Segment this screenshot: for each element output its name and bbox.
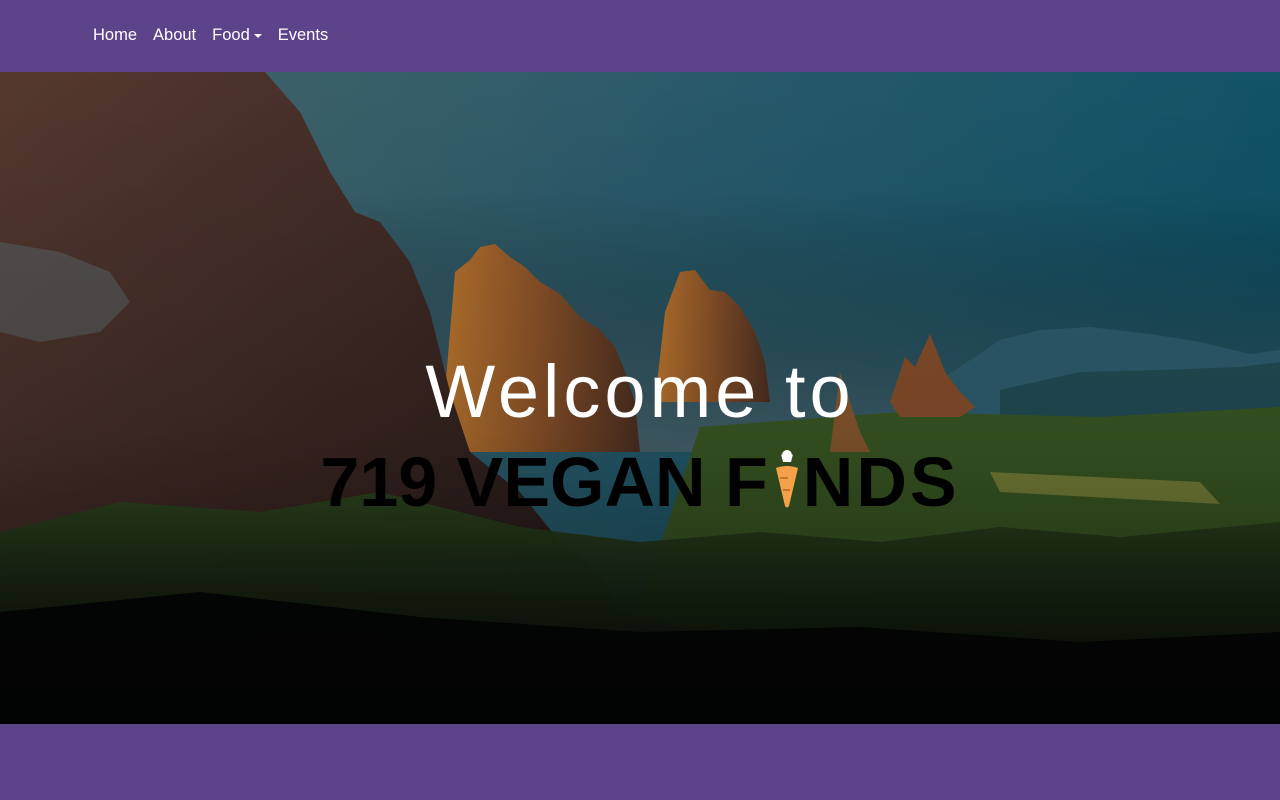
brand-prefix: 719 VEGAN — [320, 443, 706, 521]
nav-item-events[interactable]: Events — [278, 24, 328, 46]
caret-down-icon — [253, 34, 262, 38]
welcome-heading: Welcome to — [425, 350, 855, 433]
nav-item-about-label: About — [153, 26, 197, 44]
footer-band — [0, 724, 1280, 800]
nav-item-home-label: Home — [93, 26, 138, 44]
nav-item-food-label: Food — [212, 26, 250, 44]
nav-item-food-dropdown[interactable]: Food — [212, 24, 262, 46]
nav-item-about[interactable]: About — [153, 24, 196, 46]
hero-banner: Welcome to 719 VEGAN F NDS — [0, 72, 1280, 724]
brand-finds: F NDS — [725, 444, 960, 520]
nav-item-home[interactable]: Home — [93, 24, 137, 46]
brand-logo-text: 719 VEGAN F NDS — [0, 444, 1280, 520]
brand-letter-f: F — [725, 443, 771, 521]
hero-title: Welcome to — [0, 350, 1280, 434]
brand-letters-nds: NDS — [802, 443, 960, 521]
carrot-icon — [775, 450, 798, 508]
nav-item-events-label: Events — [277, 26, 329, 44]
nav-list: Home About Food Events — [93, 24, 344, 46]
top-navbar: Home About Food Events — [0, 0, 1280, 72]
